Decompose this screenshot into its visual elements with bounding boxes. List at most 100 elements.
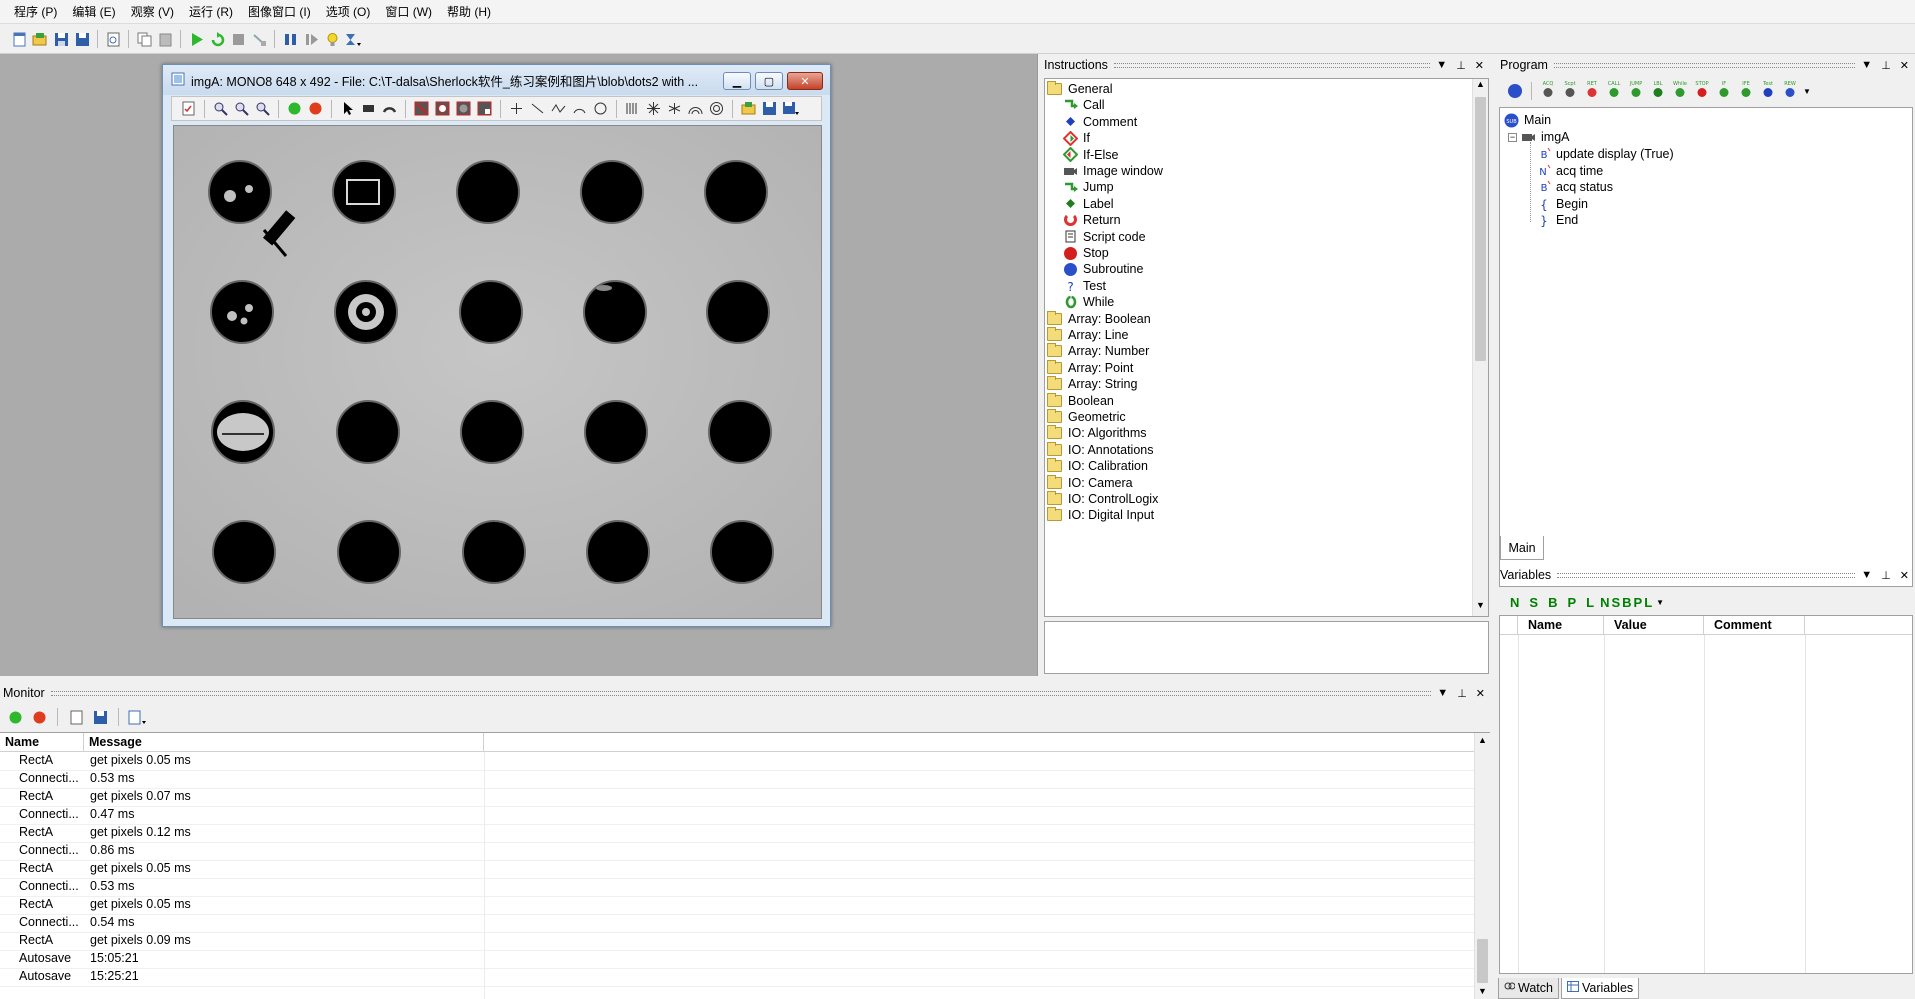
collapse-icon[interactable]: − xyxy=(1508,132,1517,142)
insert-while-button[interactable]: While xyxy=(1671,81,1689,101)
menu-window[interactable]: 窗口 (W) xyxy=(385,3,432,20)
save-icon[interactable] xyxy=(52,30,70,48)
menu-options[interactable]: 选项 (O) xyxy=(326,3,371,20)
add-point-var-button[interactable]: P xyxy=(1567,595,1576,610)
run-continuous-icon[interactable] xyxy=(208,30,226,48)
minimize-button[interactable]: ▁ xyxy=(723,72,751,90)
run-icon[interactable] xyxy=(187,30,205,48)
panel-grip[interactable] xyxy=(1553,62,1856,68)
add-boolean-array-button[interactable]: B xyxy=(1622,595,1631,610)
insert-stop-button[interactable]: STOP xyxy=(1693,81,1711,101)
menu-image-window[interactable]: 图像窗口 (I) xyxy=(248,3,311,20)
dropdown-icon[interactable]: ▼ xyxy=(1437,687,1448,700)
table-row[interactable]: Connecti... 0.53 ms xyxy=(0,879,1474,897)
add-point-array-button[interactable]: P xyxy=(1634,595,1643,610)
menu-help[interactable]: 帮助 (H) xyxy=(447,3,491,20)
save-log-icon[interactable] xyxy=(91,708,109,726)
copy-icon[interactable] xyxy=(135,30,153,48)
instructions-scrollbar[interactable]: ▲ ▼ xyxy=(1472,79,1488,616)
tab-main[interactable]: Main xyxy=(1500,536,1544,560)
save-image-icon[interactable] xyxy=(761,100,778,117)
program-tree[interactable]: SUB Main − imgA Bupdate display (True) Na… xyxy=(1499,107,1913,587)
image-window-titlebar[interactable]: imgA: MONO8 648 x 492 - File: C:\T-dalsa… xyxy=(163,65,830,95)
subroutine-tool-icon[interactable] xyxy=(1506,82,1524,100)
instructions-tree[interactable]: General Call Comment If If-Else Image window… xyxy=(1044,78,1489,617)
panel-grip[interactable] xyxy=(50,690,1432,696)
arc-tool-icon[interactable] xyxy=(571,100,588,117)
insert-test-button[interactable]: Test xyxy=(1759,81,1777,101)
menu-program[interactable]: 程序 (P) xyxy=(14,3,57,20)
dropdown-icon[interactable]: ▼ xyxy=(1436,59,1447,72)
line-tool-icon[interactable] xyxy=(529,100,546,117)
toolbar-dropdown-icon[interactable]: ▼ xyxy=(1656,598,1664,607)
stop-red-icon[interactable] xyxy=(307,100,324,117)
menu-run[interactable]: 运行 (R) xyxy=(189,3,233,20)
pin-icon[interactable]: ⊥ xyxy=(1456,59,1466,72)
monitor-log-grid[interactable]: Name Message RectA get pixels 0.05 ms Conn… xyxy=(0,732,1490,999)
polyline-tool-icon[interactable] xyxy=(550,100,567,117)
insert-acq-button[interactable]: ACQ xyxy=(1539,81,1557,101)
insert-call-button[interactable]: CALL xyxy=(1605,81,1623,101)
stop-icon[interactable] xyxy=(229,30,247,48)
column-comment[interactable]: Comment xyxy=(1704,616,1805,634)
mask-poly-icon[interactable] xyxy=(476,100,493,117)
panel-grip[interactable] xyxy=(1113,62,1431,68)
stop-monitor-icon[interactable] xyxy=(30,708,48,726)
new-icon[interactable] xyxy=(10,30,28,48)
variables-grid[interactable]: Name Value Comment xyxy=(1499,615,1913,974)
timer-dropdown-icon[interactable] xyxy=(344,30,362,48)
close-button[interactable]: ✕ xyxy=(787,72,823,90)
save-image-dropdown-icon[interactable] xyxy=(782,100,799,117)
zoom-fit-icon[interactable] xyxy=(254,100,271,117)
table-row[interactable]: RectA get pixels 0.12 ms xyxy=(0,825,1474,843)
table-row[interactable]: RectA get pixels 0.09 ms xyxy=(0,933,1474,951)
table-row[interactable]: Autosave 15:25:21 xyxy=(0,969,1474,987)
star-tool-icon[interactable] xyxy=(666,100,683,117)
menu-edit[interactable]: 编辑 (E) xyxy=(72,3,115,20)
tree-folder[interactable]: IO: Digital Input xyxy=(1047,505,1154,525)
circle-tool-icon[interactable] xyxy=(592,100,609,117)
pause-icon[interactable] xyxy=(281,30,299,48)
close-icon[interactable]: ✕ xyxy=(1900,569,1909,582)
table-row[interactable]: RectA get pixels 0.05 ms xyxy=(0,897,1474,915)
pin-icon[interactable]: ⊥ xyxy=(1457,687,1467,700)
add-string-var-button[interactable]: S xyxy=(1529,595,1538,610)
scroll-up-icon[interactable]: ▲ xyxy=(1473,79,1488,95)
open-icon[interactable] xyxy=(31,30,49,48)
add-number-array-button[interactable]: N xyxy=(1600,595,1609,610)
table-row[interactable]: RectA get pixels 0.05 ms xyxy=(0,753,1474,771)
dropdown-icon[interactable]: ▼ xyxy=(1861,59,1872,72)
column-message[interactable]: Message xyxy=(84,733,484,751)
zoom-out-icon[interactable] xyxy=(212,100,229,117)
start-monitor-icon[interactable] xyxy=(6,708,24,726)
bullseye-icon[interactable] xyxy=(708,100,725,117)
table-row[interactable]: Autosave 15:05:21 xyxy=(0,951,1474,969)
rectangle-roi-icon[interactable] xyxy=(360,100,377,117)
column-name[interactable]: Name xyxy=(1518,616,1604,634)
pin-icon[interactable]: ⊥ xyxy=(1881,59,1891,72)
step-forward-icon[interactable] xyxy=(302,30,320,48)
dropdown-icon[interactable]: ▼ xyxy=(1861,569,1872,582)
print-preview-icon[interactable] xyxy=(104,30,122,48)
mask-circle-icon[interactable] xyxy=(434,100,451,117)
table-row[interactable]: RectA get pixels 0.05 ms xyxy=(0,861,1474,879)
scroll-thumb[interactable] xyxy=(1477,939,1488,983)
maximize-button[interactable]: ▢ xyxy=(755,72,783,90)
insert-scpt-button[interactable]: Scpt xyxy=(1561,81,1579,101)
scroll-down-icon[interactable]: ▼ xyxy=(1473,600,1488,616)
table-row[interactable]: Connecti... 0.53 ms xyxy=(0,771,1474,789)
insert-rew-button[interactable]: REW xyxy=(1781,81,1799,101)
mask-rect-icon[interactable] xyxy=(413,100,430,117)
column-name[interactable]: Name xyxy=(0,733,84,751)
add-number-var-button[interactable]: N xyxy=(1510,595,1519,610)
image-window[interactable]: imgA: MONO8 648 x 492 - File: C:\T-dalsa… xyxy=(162,64,831,627)
clear-log-icon[interactable] xyxy=(67,708,85,726)
insert-ret-button[interactable]: RET xyxy=(1583,81,1601,101)
paste-icon[interactable] xyxy=(156,30,174,48)
spoke-tool-icon[interactable] xyxy=(645,100,662,117)
tab-watch[interactable]: Watch xyxy=(1498,978,1559,999)
bullseye-arc-icon[interactable] xyxy=(687,100,704,117)
pin-icon[interactable]: ⊥ xyxy=(1881,569,1891,582)
close-icon[interactable]: ✕ xyxy=(1476,687,1485,700)
close-icon[interactable]: ✕ xyxy=(1475,59,1484,72)
